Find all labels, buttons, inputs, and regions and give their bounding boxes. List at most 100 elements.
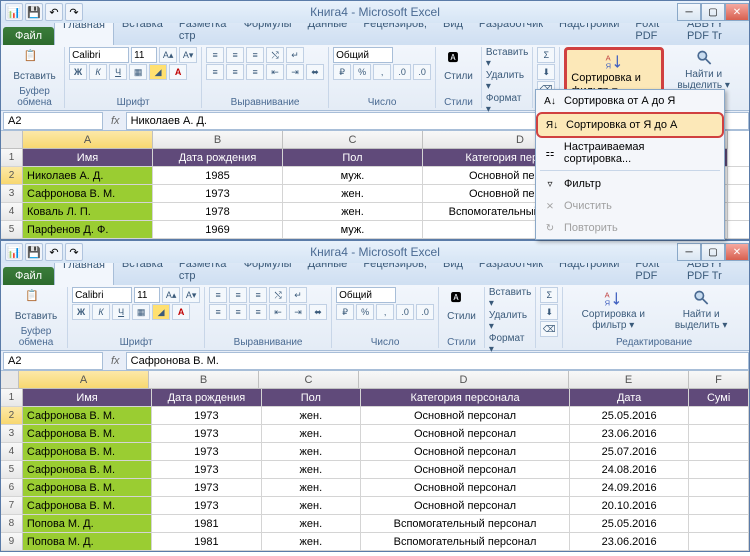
italic-button[interactable]: К (92, 304, 110, 320)
header-cell[interactable]: Дата рождения (152, 389, 261, 406)
currency-button[interactable]: ₽ (333, 64, 351, 80)
align-top-button[interactable]: ≡ (206, 47, 224, 63)
cell[interactable]: жен. (262, 533, 361, 550)
cell[interactable]: жен. (283, 185, 423, 202)
cell[interactable]: Сафронова В. М. (23, 497, 152, 514)
row-header[interactable]: 9 (1, 533, 23, 550)
font-size-select[interactable] (131, 47, 157, 63)
row-header[interactable]: 5 (1, 221, 23, 238)
clear-button[interactable]: ⌫ (540, 321, 558, 337)
cell[interactable]: 23.06.2016 (570, 533, 689, 550)
cell[interactable]: 20.10.2016 (570, 497, 689, 514)
col-header-B[interactable]: B (153, 131, 283, 149)
cell[interactable]: 1973 (152, 443, 261, 460)
col-header-C[interactable]: C (259, 371, 359, 389)
cell[interactable]: Сафронова В. М. (23, 443, 152, 460)
cell[interactable] (689, 407, 749, 424)
menu-sort-za[interactable]: Я↓ Сортировка от Я до А (536, 112, 724, 138)
number-format-select[interactable] (336, 287, 396, 303)
row-header[interactable]: 7 (1, 497, 23, 514)
redo-icon[interactable]: ↷ (65, 243, 83, 261)
align-bot-button[interactable]: ≡ (246, 47, 264, 63)
increase-indent-button[interactable]: ⇥ (289, 304, 307, 320)
cell[interactable]: Вспомогательный персонал (361, 533, 570, 550)
decrease-indent-button[interactable]: ⇤ (269, 304, 287, 320)
autosum-button[interactable]: Σ (540, 287, 558, 303)
cell[interactable]: 1985 (153, 167, 283, 184)
header-cell[interactable]: Категория персонала (361, 389, 570, 406)
cell[interactable]: Попова М. Д. (23, 533, 152, 550)
undo-icon[interactable]: ↶ (45, 243, 63, 261)
cell[interactable] (689, 425, 749, 442)
select-all-corner[interactable] (1, 131, 23, 149)
cell[interactable]: муж. (283, 221, 423, 238)
cell[interactable]: жен. (262, 461, 361, 478)
row-header[interactable]: 3 (1, 185, 23, 202)
cell[interactable]: Сафронова В. М. (23, 185, 153, 202)
row-header[interactable]: 2 (1, 167, 23, 184)
header-cell[interactable]: Имя (23, 389, 152, 406)
cell[interactable]: Основной персонал (361, 497, 570, 514)
header-cell[interactable]: Дата рождения (153, 149, 283, 166)
col-header-C[interactable]: C (283, 131, 423, 149)
row-header[interactable]: 3 (1, 425, 23, 442)
decrease-font-button[interactable]: A▾ (179, 47, 197, 63)
menu-filter[interactable]: ▿ Фильтр (536, 173, 724, 195)
cell[interactable]: Николаев А. Д. (23, 167, 153, 184)
cell[interactable]: 25.05.2016 (570, 515, 689, 532)
cell[interactable]: жен. (262, 479, 361, 496)
maximize-button[interactable]: ▢ (701, 3, 725, 21)
cell[interactable]: Основной персонал (361, 425, 570, 442)
cell[interactable]: Парфенов Д. Ф. (23, 221, 153, 238)
delete-cells-button[interactable]: Удалить ▾ (489, 310, 531, 332)
align-bot-button[interactable]: ≡ (249, 287, 267, 303)
font-name-select[interactable] (72, 287, 132, 303)
cell[interactable]: 1973 (152, 497, 261, 514)
col-header-D[interactable]: D (359, 371, 569, 389)
increase-decimal-button[interactable]: .0 (396, 304, 414, 320)
decrease-decimal-button[interactable]: .0 (413, 64, 431, 80)
fill-button[interactable]: ⬇ (537, 64, 555, 80)
align-center-button[interactable]: ≡ (229, 304, 247, 320)
row-header[interactable]: 8 (1, 515, 23, 532)
decrease-indent-button[interactable]: ⇤ (266, 64, 284, 80)
increase-decimal-button[interactable]: .0 (393, 64, 411, 80)
cell[interactable]: Основной персонал (361, 407, 570, 424)
cell[interactable]: Сафронова В. М. (23, 479, 152, 496)
minimize-button[interactable]: ─ (677, 3, 701, 21)
name-box[interactable]: A2 (3, 112, 103, 130)
decrease-decimal-button[interactable]: .0 (416, 304, 434, 320)
header-cell[interactable]: Пол (262, 389, 361, 406)
decrease-font-button[interactable]: A▾ (182, 287, 200, 303)
save-icon[interactable]: 💾 (25, 243, 43, 261)
styles-button[interactable]: 🅰 Стили (440, 47, 477, 84)
cell[interactable]: жен. (262, 443, 361, 460)
cell[interactable]: 1973 (152, 425, 261, 442)
font-name-select[interactable] (69, 47, 129, 63)
cell[interactable]: 1973 (153, 185, 283, 202)
align-mid-button[interactable]: ≡ (229, 287, 247, 303)
increase-font-button[interactable]: A▴ (162, 287, 180, 303)
redo-icon[interactable]: ↷ (65, 3, 83, 21)
cell[interactable]: Сафронова В. М. (23, 461, 152, 478)
fill-color-button[interactable]: ◢ (149, 64, 167, 80)
bold-button[interactable]: Ж (69, 64, 87, 80)
delete-cells-button[interactable]: Удалить ▾ (486, 70, 528, 92)
find-select-button[interactable]: Найти и выделить ▾ (661, 287, 741, 333)
row-header[interactable]: 4 (1, 203, 23, 220)
merge-button[interactable]: ⬌ (309, 304, 327, 320)
cell[interactable] (689, 533, 749, 550)
col-header-E[interactable]: E (569, 371, 689, 389)
insert-cells-button[interactable]: Вставить ▾ (486, 47, 528, 69)
formula-input[interactable]: Сафронова В. М. (126, 352, 749, 370)
cell[interactable]: Основной персонал (361, 479, 570, 496)
paste-button[interactable]: 📋 Вставить (9, 287, 63, 324)
header-cell[interactable]: Дата (570, 389, 689, 406)
orientation-button[interactable]: ⤭ (266, 47, 284, 63)
cell[interactable]: муж. (283, 167, 423, 184)
underline-button[interactable]: Ч (109, 64, 127, 80)
cell[interactable] (689, 443, 749, 460)
name-box[interactable]: A2 (3, 352, 103, 370)
cell[interactable]: 25.07.2016 (570, 443, 689, 460)
increase-indent-button[interactable]: ⇥ (286, 64, 304, 80)
